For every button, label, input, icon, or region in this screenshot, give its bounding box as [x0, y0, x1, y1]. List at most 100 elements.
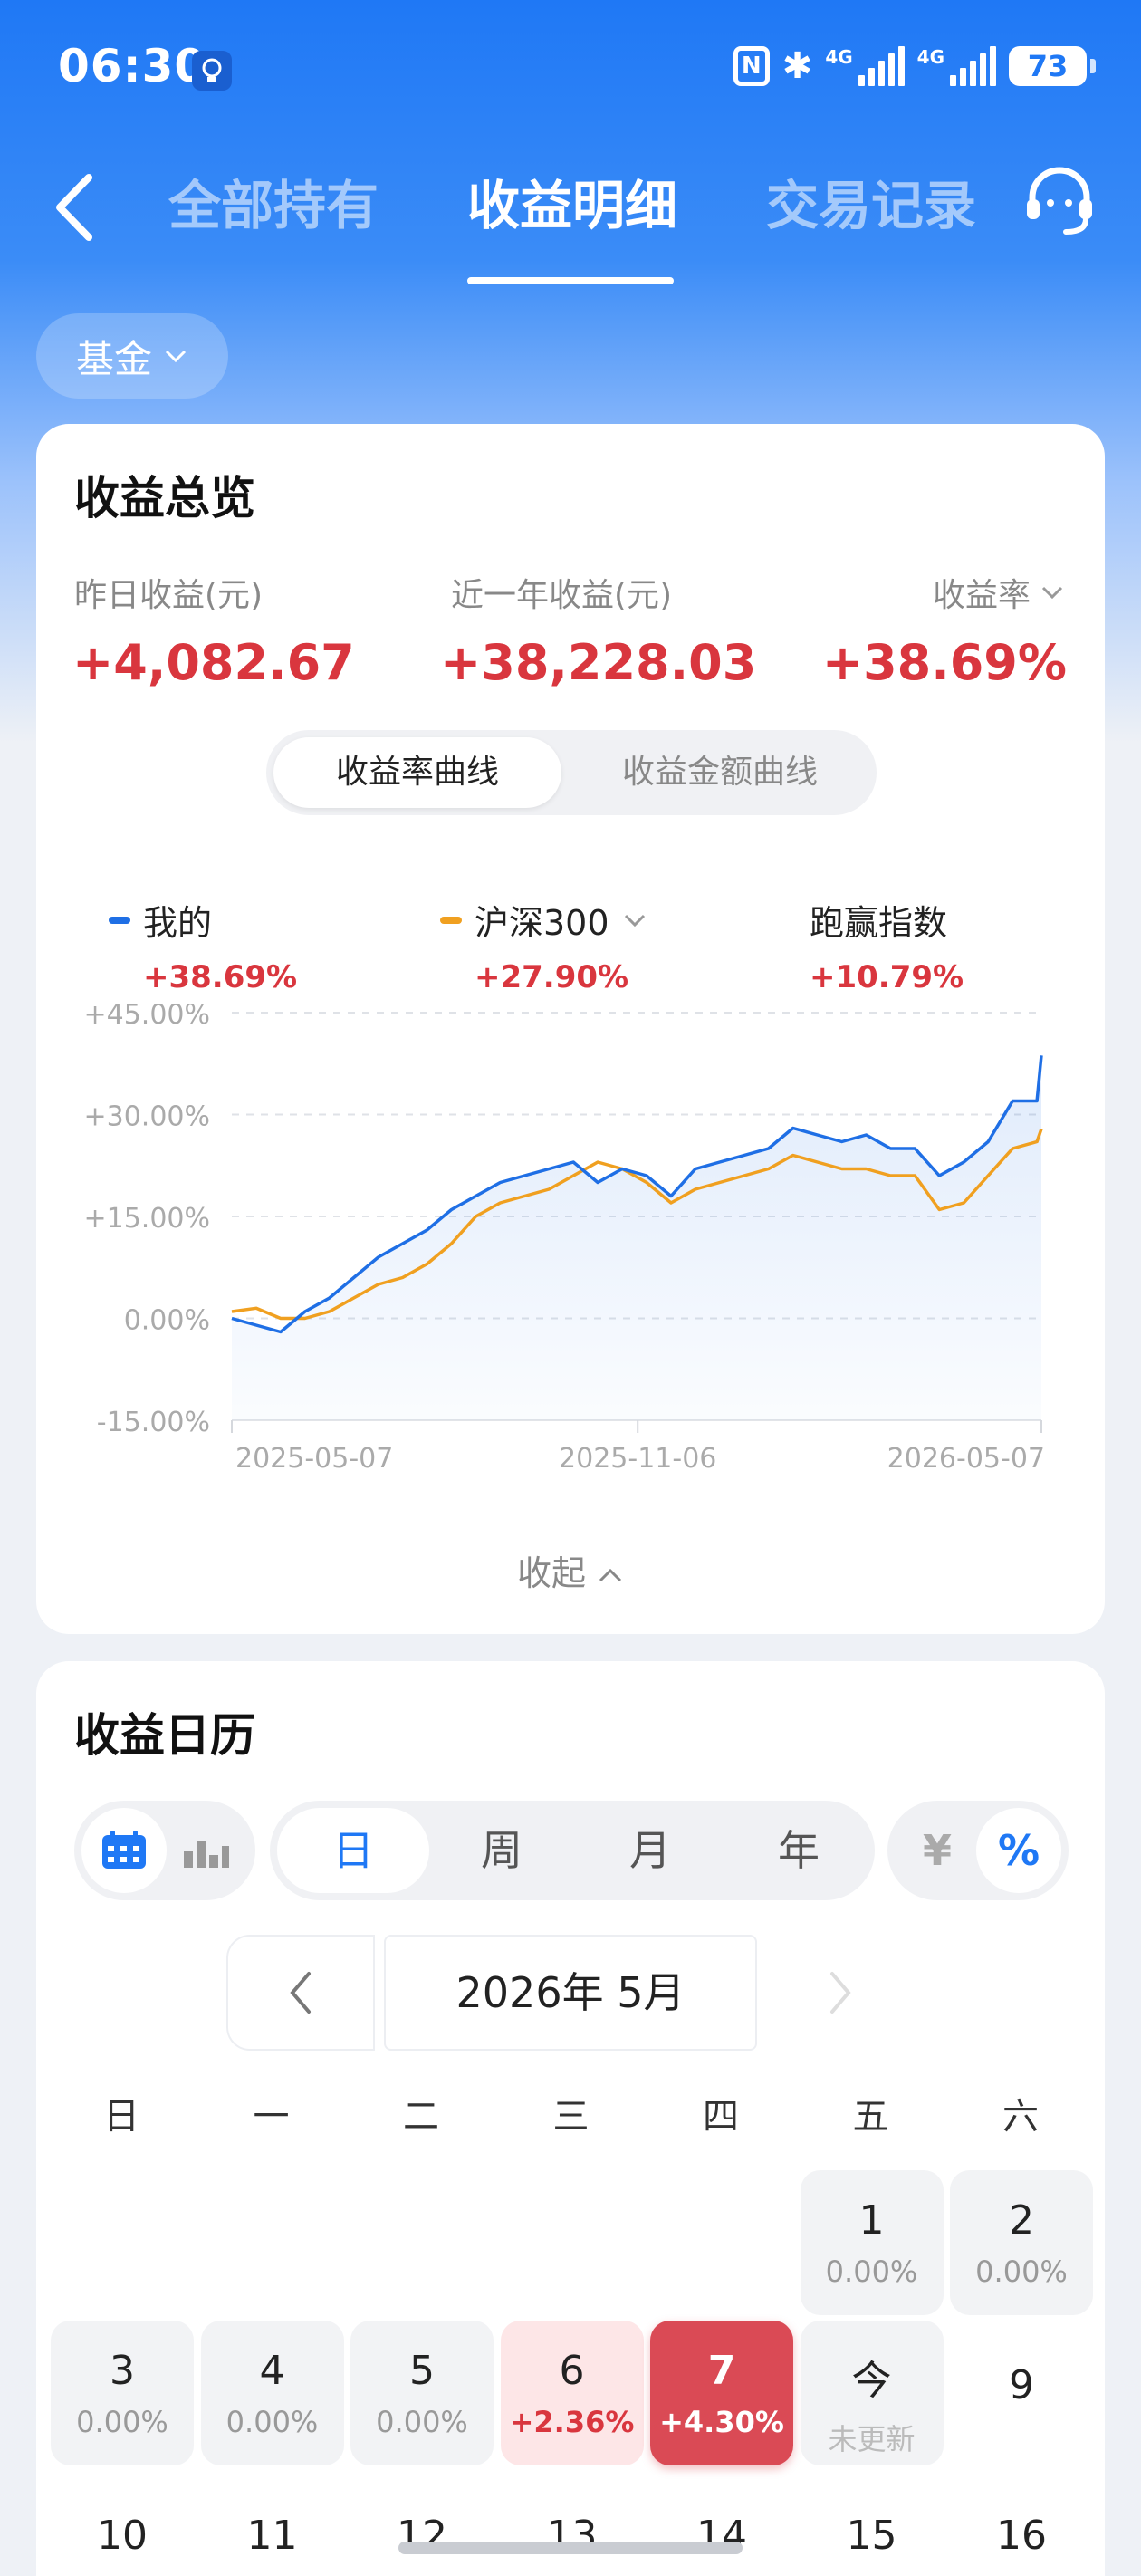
calendar-day[interactable]: 7 +4.30% — [650, 2321, 793, 2465]
year-earnings-label: 近一年收益(元) — [451, 577, 673, 614]
calendar-day[interactable]: 4 0.00% — [200, 2321, 344, 2465]
calendar-day[interactable]: 2 0.00% — [950, 2170, 1093, 2315]
return-rate-value: +38.69% — [821, 634, 1067, 691]
year-earnings-value: +38,228.03 — [440, 634, 757, 691]
calendar-day[interactable]: 3 0.00% — [51, 2321, 194, 2465]
unit-yuan[interactable]: ¥ — [895, 1808, 980, 1893]
lightbulb-icon — [192, 51, 232, 91]
yesterday-earnings-value: +4,082.67 — [72, 634, 355, 691]
legend-csi300-value: +27.90% — [475, 959, 629, 995]
day-number: 3 — [110, 2348, 135, 2394]
prev-month-button[interactable] — [226, 1935, 375, 2051]
day-return-value: 0.00% — [825, 2254, 918, 2289]
calendar-day[interactable]: 今未更新 — [800, 2321, 944, 2465]
return-rate-curve-option[interactable]: 收益率曲线 — [273, 737, 561, 808]
day-number: 15 — [846, 2513, 897, 2559]
legend-excess-label: 跑赢指数 — [810, 903, 948, 943]
period-switch: 日 周 月 年 — [270, 1801, 875, 1900]
day-number: 11 — [246, 2513, 298, 2559]
y-tick-label: -15.00% — [97, 1407, 210, 1438]
calendar-view-option[interactable] — [82, 1808, 167, 1893]
period-week[interactable]: 周 — [426, 1808, 578, 1893]
day-number: 2 — [1009, 2197, 1034, 2244]
bluetooth-icon: ✱ — [781, 45, 813, 87]
fund-type-filter[interactable]: 基金 — [36, 313, 228, 399]
calendar-day[interactable]: 10 — [51, 2471, 194, 2576]
chevron-right-icon — [830, 1972, 851, 2014]
status-bar: 06:30 N ✱ 4G 4G 73 — [0, 0, 1141, 136]
calendar-day[interactable]: 11 — [201, 2471, 344, 2576]
back-arrow-icon[interactable] — [43, 167, 116, 248]
day-number: 今 — [851, 2358, 892, 2404]
period-day[interactable]: 日 — [277, 1808, 429, 1893]
chevron-up-icon — [599, 1568, 622, 1582]
top-nav: 全部持有 收益明细 交易记录 — [0, 145, 1141, 290]
chevron-down-icon — [165, 350, 187, 363]
legend-mine-value: +38.69% — [143, 959, 298, 995]
day-return-value: 0.00% — [975, 2254, 1068, 2289]
tab-earnings-detail[interactable]: 收益明细 — [467, 165, 677, 246]
day-return-value: +2.36% — [509, 2405, 635, 2439]
legend-excess: 跑赢指数 +10.79% — [810, 895, 964, 995]
bar-chart-view-option[interactable] — [163, 1808, 248, 1893]
overview-title: 收益总览 — [74, 472, 255, 524]
day-number: 6 — [559, 2348, 585, 2394]
y-tick-label: +45.00% — [83, 1004, 210, 1031]
calendar-icon — [102, 1831, 146, 1869]
calendar-day[interactable]: 15 — [801, 2471, 944, 2576]
calendar-day[interactable]: 13 — [501, 2471, 644, 2576]
customer-service-icon[interactable] — [1020, 161, 1099, 241]
collapse-label: 收起 — [516, 1553, 586, 1593]
active-tab-indicator — [467, 277, 674, 284]
y-tick-label: +30.00% — [83, 1101, 210, 1133]
curve-type-toggle: 收益率曲线 收益金额曲线 — [266, 730, 877, 815]
chevron-down-icon — [1041, 586, 1063, 600]
calendar-day[interactable]: 14 — [650, 2471, 793, 2576]
weekday-label: 五 — [852, 2096, 889, 2138]
day-number: 9 — [1009, 2362, 1034, 2408]
current-month-label[interactable]: 2026年 5月 — [384, 1935, 757, 2051]
return-rate-label: 收益率 — [932, 577, 1031, 614]
day-return-value: 0.00% — [376, 2405, 468, 2439]
return-rate-selector[interactable]: 收益率 — [933, 569, 1065, 616]
weekday-label: 三 — [552, 2096, 590, 2138]
tab-transactions[interactable]: 交易记录 — [766, 165, 976, 246]
day-return-value: 0.00% — [225, 2405, 319, 2439]
day-number: 5 — [409, 2348, 435, 2394]
chevron-left-icon — [290, 1972, 311, 2014]
day-return-value: 0.00% — [76, 2405, 168, 2439]
legend-csi300[interactable]: 沪深300 +27.90% — [440, 895, 647, 995]
day-number: 4 — [259, 2348, 285, 2394]
series-area-fill — [232, 1055, 1041, 1420]
return-rate-chart: +45.00% +30.00% +15.00% 0.00% -15.00% 2025-05… — [83, 1004, 1045, 1475]
home-indicator[interactable] — [398, 2542, 743, 2554]
status-icons: N ✱ 4G 4G 73 — [733, 45, 1096, 87]
x-tick-label: 2025-05-07 — [235, 1443, 393, 1475]
y-tick-label: 0.00% — [124, 1305, 210, 1337]
unit-percent[interactable]: % — [976, 1808, 1061, 1893]
calendar-day[interactable]: 16 — [950, 2471, 1093, 2576]
earnings-amount-curve-option[interactable]: 收益金额曲线 — [570, 737, 869, 808]
period-month[interactable]: 月 — [574, 1808, 726, 1893]
day-number: 1 — [858, 2197, 885, 2244]
collapse-button[interactable]: 收起 — [36, 1545, 1105, 1595]
y-tick-label: +15.00% — [83, 1203, 210, 1235]
nfc-icon: N — [733, 46, 770, 86]
earnings-overview-card: 收益总览 昨日收益(元) +4,082.67 近一年收益(元) +38,228.… — [36, 424, 1105, 1634]
network-type-label-2: 4G — [916, 46, 944, 68]
calendar-day[interactable]: 1 0.00% — [800, 2170, 944, 2315]
weekday-label: 日 — [103, 2096, 139, 2138]
weekday-label: 二 — [403, 2096, 439, 2138]
cellular-signal-icon: 4G — [825, 46, 905, 86]
period-year[interactable]: 年 — [723, 1808, 875, 1893]
day-return-value: 未更新 — [828, 2422, 916, 2456]
day-number: 16 — [996, 2513, 1047, 2559]
yesterday-earnings-label: 昨日收益(元) — [74, 577, 264, 614]
tab-all-holdings[interactable]: 全部持有 — [168, 165, 379, 246]
legend-csi300-label: 沪深300 — [475, 903, 609, 943]
next-month-button — [766, 1935, 915, 2051]
calendar-day[interactable]: 12 — [350, 2471, 494, 2576]
calendar-day[interactable]: 9 — [950, 2321, 1093, 2465]
calendar-day[interactable]: 5 0.00% — [350, 2321, 494, 2465]
calendar-day[interactable]: 6 +2.36% — [500, 2321, 644, 2465]
